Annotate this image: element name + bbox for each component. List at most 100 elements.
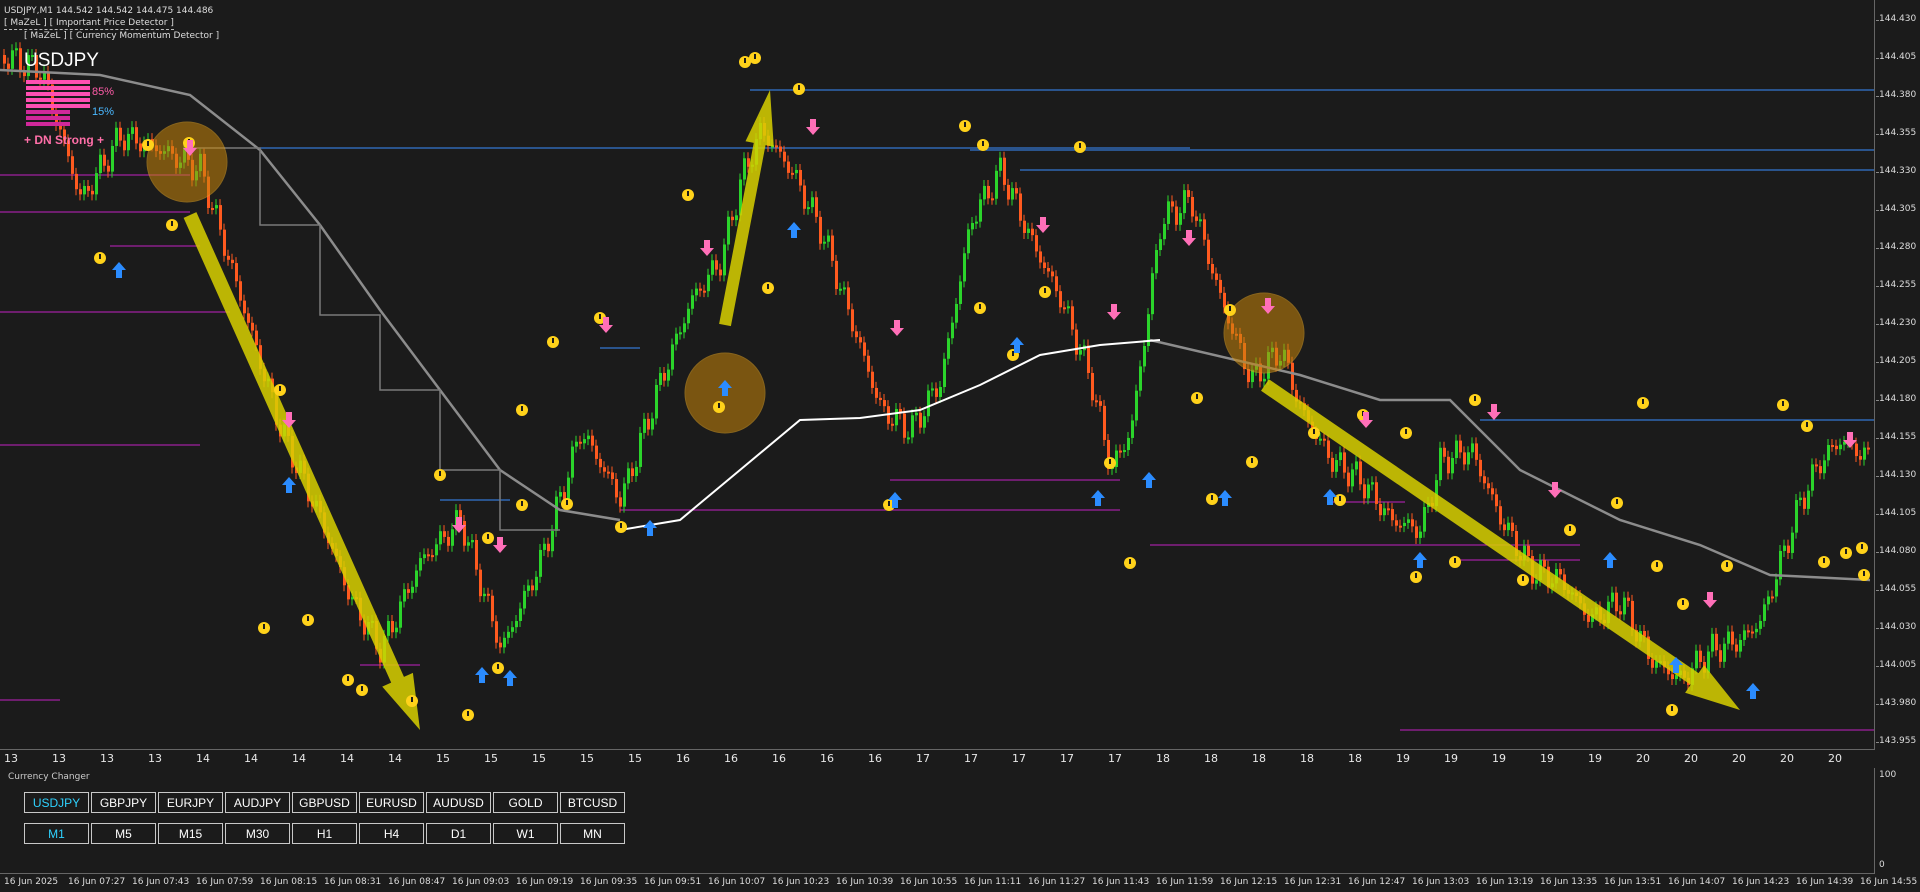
pair-button-audusd[interactable]: AUDUSD [426,792,491,813]
buy-arrow-icon [787,222,801,238]
trend-arrow [183,212,420,731]
day-label: 18 [1348,752,1362,765]
candle-body [395,627,398,633]
candle-body [727,216,730,245]
candle-body [591,435,594,446]
candle-body [139,143,142,152]
candle-body [1339,452,1342,461]
lower-percent: 15% [92,106,115,118]
fractal-marker-notch [1079,143,1081,148]
candle-body [575,441,578,447]
pair-button-btcusd[interactable]: BTCUSD [560,792,625,813]
pair-button-eurjpy[interactable]: EURJPY [158,792,223,813]
candle-body [1787,545,1790,553]
candle-body [1631,600,1634,631]
candle-body [1199,219,1202,222]
candle-body [875,387,878,398]
candle-body [995,170,998,199]
candle-body [1191,196,1194,217]
buy-arrow-icon [475,667,489,683]
day-label: 16 [724,752,738,765]
candle-body [1219,279,1222,293]
candle-body [499,642,502,648]
candle-body [795,169,798,174]
pair-button-gbpjpy[interactable]: GBPJPY [91,792,156,813]
price-label: 144.230 [1879,318,1917,328]
candle-body [431,555,434,558]
candle-body [1171,201,1174,207]
candle-body [599,458,602,468]
candle-body [1723,643,1726,662]
fractal-marker-notch [521,406,523,411]
candle-body [415,570,418,587]
strength-bar [26,86,90,90]
timeframe-button-m5[interactable]: M5 [91,823,156,844]
time-label: 16 Jun 14:23 [1732,877,1790,887]
price-axis[interactable]: 144.430 144.405 144.380 144.355 144.330 144.3… [1876,0,1920,750]
time-label: 16 Jun 10:23 [772,877,830,887]
timeframe-button-d1[interactable]: D1 [426,823,491,844]
candle-body [435,544,438,556]
candle-body [239,281,242,301]
time-label: 16 Jun 09:03 [452,877,510,887]
timeframe-button-mn[interactable]: MN [560,823,625,844]
candle-body [1099,401,1102,406]
fractal-marker-notch [1671,706,1673,711]
candle-body [447,536,450,546]
candle-body [1827,445,1830,461]
candle-body [1471,443,1474,453]
pair-button-audjpy[interactable]: AUDJPY [225,792,290,813]
day-label: 15 [580,752,594,765]
timeframe-button-m15[interactable]: M15 [158,823,223,844]
candle-body [695,288,698,296]
candle-body [1483,476,1486,484]
candle-body [1819,466,1822,474]
time-label: 16 Jun 11:27 [1028,877,1086,887]
timeframe-button-w1[interactable]: W1 [493,823,558,844]
candle-body [647,418,650,430]
pair-button-gold[interactable]: GOLD [493,792,558,813]
candle-body [831,235,834,261]
day-label: 13 [100,752,114,765]
fractal-marker-notch [147,141,149,146]
candle-body [1159,239,1162,251]
candle-body [1835,445,1838,450]
candle-body [1535,580,1538,584]
price-chart[interactable]: USDJPY,M1 144.542 144.542 144.475 144.48… [0,0,1875,750]
sell-arrow-icon [1703,592,1717,608]
timeframe-button-m30[interactable]: M30 [225,823,290,844]
candle-body [699,288,702,291]
candle-body [615,479,618,498]
candle-body [531,585,534,591]
candle-body [87,185,90,191]
timeframe-button-h1[interactable]: H1 [292,823,357,844]
fractal-marker-notch [1313,429,1315,434]
day-label: 17 [1060,752,1074,765]
timeframe-button-h4[interactable]: H4 [359,823,424,844]
fractal-marker-notch [1044,288,1046,293]
price-label: 144.380 [1879,90,1917,100]
strength-bar [26,116,70,120]
candle-body [1051,271,1054,277]
candle-body [1123,450,1126,453]
pair-button-usdjpy[interactable]: USDJPY [24,792,89,813]
candle-body [843,287,846,290]
sub-axis-bottom: 0 [1879,860,1885,870]
pair-button-gbpusd[interactable]: GBPUSD [292,792,357,813]
timeframe-button-m1[interactable]: M1 [24,823,89,844]
candle-body [451,529,454,546]
pair-button-eurusd[interactable]: EURUSD [359,792,424,813]
candle-body [1511,522,1514,532]
candle-body [1011,188,1014,200]
candle-body [955,303,958,323]
symbol-info-line: USDJPY,M1 144.542 144.542 144.475 144.48… [4,6,214,16]
sub-window-axis: 100 0 [1876,768,1920,874]
candle-body [1203,219,1206,240]
candle-body [935,388,938,397]
candle-body [1163,223,1166,240]
day-label: 14 [244,752,258,765]
candle-body [483,593,486,597]
candle-body [111,145,114,172]
candle-body [651,418,654,430]
day-label: 19 [1396,752,1410,765]
